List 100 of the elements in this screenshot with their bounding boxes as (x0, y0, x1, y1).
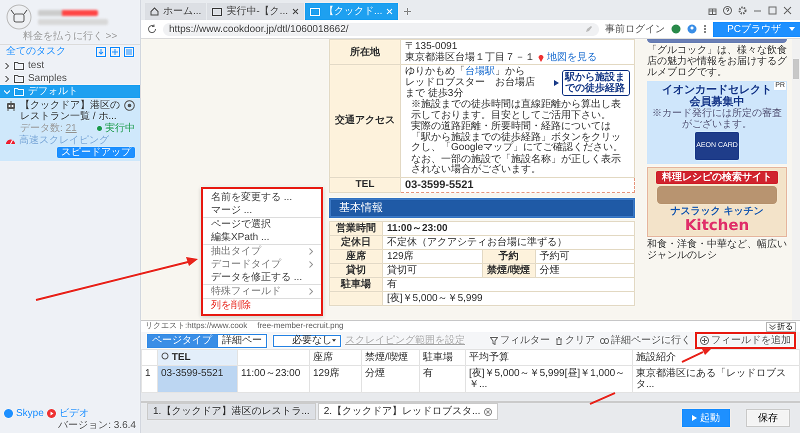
stop-icon[interactable] (124, 100, 135, 111)
column-header[interactable]: 施設紹介 (632, 350, 800, 366)
map-link[interactable]: 地図を見る (547, 52, 597, 63)
access-note: 実際の道路距離・所要時間・経路については「駅から施設までの徒歩経路」ボタンをクリックし、「Googleマップ」にてご確認ください。 (411, 122, 624, 154)
folder-item[interactable]: test (0, 59, 140, 72)
column-header[interactable]: 禁煙/喫煙 (362, 350, 420, 366)
more-icon[interactable] (703, 24, 708, 34)
play-icon[interactable] (692, 414, 698, 420)
menu-item[interactable]: 抽出タイプ (203, 245, 321, 258)
menu-item[interactable]: 名前を変更する ... (203, 191, 321, 204)
ad-brand: ナスラック キッチン (670, 206, 764, 218)
video-icon[interactable] (46, 409, 56, 418)
address-line: 東京都港区台場１丁目７－１ (405, 52, 535, 63)
column-header[interactable]: TEL (158, 350, 238, 366)
ad-title: イオンカードセレクト (662, 84, 772, 96)
row-value: 有 (382, 277, 634, 292)
column-header[interactable]: 平均予算 (466, 350, 632, 366)
person-icon[interactable] (687, 24, 698, 34)
close-icon[interactable] (783, 6, 792, 15)
toolbar-button[interactable]: フィールドを追加 (695, 332, 796, 349)
row-label: 駐車場 (330, 277, 382, 292)
browser-tab[interactable]: ホーム... (145, 3, 206, 20)
table-cell: 03-3599-5521 (158, 366, 238, 392)
column-header[interactable]: 駐車場 (420, 350, 466, 366)
all-tasks-heading: 全てのタスク (6, 46, 67, 57)
recipe-caption: 和食・洋食・中華など、幅広いジャンルのレシ (647, 238, 787, 261)
ad-title: 会員募集中 (690, 96, 744, 108)
status-dot-icon (97, 126, 102, 131)
import-icon[interactable] (96, 46, 106, 56)
scraping-mode: 高速スクレイピング (19, 135, 110, 146)
close-icon[interactable] (292, 8, 300, 15)
maximize-icon[interactable] (768, 6, 777, 15)
menu-item[interactable]: データを修正する ... (203, 271, 321, 285)
access-note: ※施設までの徒歩時間は直線距離から算出し表示しております。目安としてご活用下さい。 (411, 100, 622, 120)
access-note: なお、一部の施設で「施設名称」が正しく表示されない場合がございます。 (411, 154, 622, 176)
station-link[interactable]: 台場駅 (465, 66, 495, 77)
browser-tab[interactable]: 実行中-【ク... (207, 3, 304, 20)
settings-icon[interactable] (738, 6, 747, 15)
chevron-icon (309, 288, 313, 295)
menu-item[interactable]: 特殊フィールド (203, 285, 321, 299)
data-count: データ数: 21 (19, 123, 78, 134)
task-card[interactable]: 【クックドア】港区のレストラン一覧 / ホ... データ数: 21 実行中 高速スクレイピング スピードアップ (0, 98, 140, 161)
row-value: 11:00～23:00 (382, 221, 634, 236)
scrollbar[interactable] (792, 39, 800, 320)
collapse-button[interactable]: 折る (766, 322, 796, 332)
task-tab[interactable]: 1.【クックドア】港区のレストラ... (147, 403, 316, 420)
folder-item[interactable]: Samples (0, 72, 140, 85)
robot-icon (5, 100, 17, 112)
chevron-icon[interactable] (769, 324, 776, 330)
access-line: まで 徒歩3分 (405, 88, 464, 99)
menu-item[interactable]: デコードタイプ (203, 258, 321, 271)
row-value: 不定休（アクアシティお台場に準ずる） (382, 235, 634, 250)
trash-icon[interactable] (555, 336, 563, 344)
dropdown[interactable]: 必要なし (273, 334, 341, 346)
recipe-ad-banner[interactable]: 料理レシピの検索サイト ナスラック キッチン Kitchen (647, 167, 787, 237)
row-label: 予約 (482, 249, 535, 264)
access-line: ゆりかもめ「台場駅」から (405, 66, 525, 77)
request-file: free-member-recruit.png (257, 322, 344, 331)
row-label: 禁煙/喫煙 (482, 263, 535, 278)
save-button[interactable]: 保存 (746, 409, 790, 427)
page-type-tab[interactable]: 詳細ペー (217, 334, 267, 348)
address-field[interactable]: https://www.cookdoor.jp/dtl/1060018662/ (163, 22, 600, 36)
reload-icon[interactable] (147, 24, 157, 34)
pre-login-link[interactable]: 事前ログイン (605, 24, 666, 34)
menu-item[interactable]: マージ ... (203, 204, 321, 218)
toolbar-button[interactable]: フィルター (489, 335, 551, 346)
walking-route-button[interactable]: 駅から施設までの徒歩経路 (562, 70, 630, 96)
toolbar-button[interactable]: 詳細ページに行く (599, 335, 692, 346)
add-icon[interactable] (700, 336, 709, 345)
new-tab-icon[interactable] (403, 7, 412, 16)
help-icon[interactable] (723, 6, 732, 15)
row-label: 交通アクセス (330, 64, 400, 177)
toolbar-button[interactable]: クリア (554, 335, 596, 346)
home-icon (150, 7, 159, 16)
row-label: 営業時間 (330, 221, 382, 236)
redacted-name (38, 10, 108, 24)
list-icon[interactable] (124, 46, 134, 56)
access-line: レッドロブスター お台場店 (405, 77, 536, 88)
menu-item[interactable]: 列を削除 (203, 299, 321, 312)
row-label: 座席 (330, 249, 382, 264)
filter-icon[interactable] (490, 336, 498, 344)
version-label: バージョン: 3.6.4 (58, 420, 136, 431)
chevron-icon[interactable] (4, 76, 10, 82)
menu-item[interactable]: 編集XPath ... (203, 231, 321, 245)
chevron-icon[interactable] (4, 62, 10, 68)
page-icon (310, 8, 320, 16)
ad-ribbon: 料理レシピの検索サイト (656, 171, 778, 184)
task-tab[interactable]: 2.【クックドア】レッドロブスタ... (318, 403, 498, 420)
skype-icon[interactable] (4, 409, 13, 418)
row-value: 貸切可 (382, 263, 482, 278)
close-icon[interactable] (484, 408, 492, 416)
request-url: リクエスト:https://www.cook (145, 322, 248, 331)
add-icon[interactable] (110, 46, 120, 56)
row-value: [夜]￥5,000～￥5,999 (382, 291, 634, 306)
caret-icon[interactable] (332, 339, 336, 342)
menu-item[interactable]: ページで選択 (203, 218, 321, 231)
column-header[interactable]: 座席 (310, 350, 362, 366)
running-status: 実行中 (105, 123, 135, 134)
row-label: 貸切 (330, 263, 382, 278)
phone-number: 03-3599-5521 (400, 177, 634, 192)
